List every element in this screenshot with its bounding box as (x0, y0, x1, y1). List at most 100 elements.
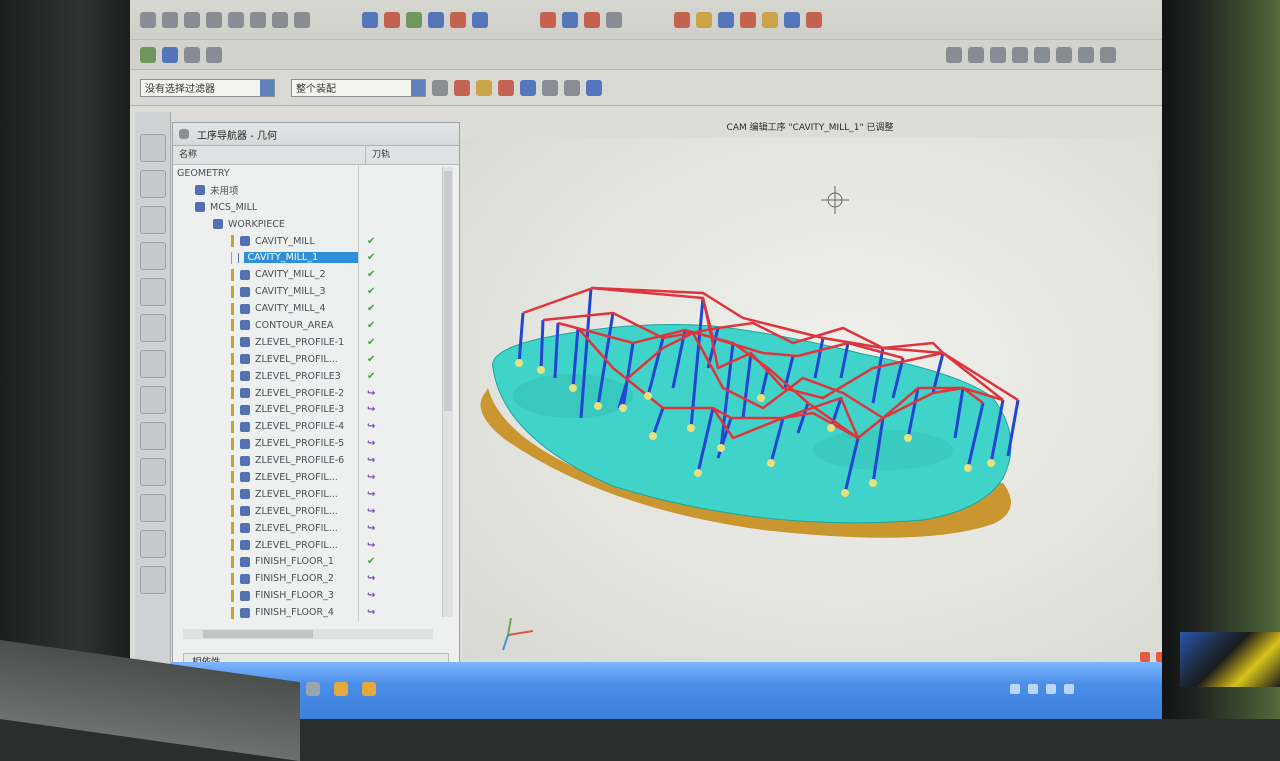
vertical-scrollbar[interactable] (442, 167, 453, 617)
pin-icon[interactable] (179, 129, 189, 139)
tree-row[interactable]: CAVITY_MILL_2 ✔ (173, 266, 459, 284)
tool-icon[interactable] (294, 11, 310, 28)
tree-row[interactable]: GEOMETRY (173, 165, 459, 182)
type-filter-select[interactable]: 没有选择过滤器 (140, 78, 275, 97)
close-icon[interactable] (806, 11, 822, 28)
tree-row[interactable]: ZLEVEL_PROFIL... ↪ (173, 536, 459, 554)
tray-icon[interactable] (1028, 684, 1038, 694)
operation-icon[interactable] (406, 11, 422, 28)
reuse-library-icon[interactable] (139, 314, 166, 342)
part-navigator-icon[interactable] (139, 206, 166, 234)
column-header-name[interactable]: 名称 (173, 146, 366, 164)
toolpath-icon[interactable] (606, 11, 622, 28)
toolbar-icon[interactable] (306, 682, 320, 696)
display-icon[interactable] (1034, 46, 1050, 63)
operation-icon[interactable] (450, 11, 466, 28)
constraint-navigator-icon[interactable] (139, 170, 166, 198)
tree-row[interactable]: ZLEVEL_PROFIL... ↪ (173, 519, 459, 537)
tray-icon[interactable] (1046, 684, 1056, 694)
tool-icon[interactable] (272, 11, 288, 28)
display-icon[interactable] (1100, 46, 1116, 63)
graphics-viewport[interactable] (463, 138, 1158, 658)
toolpath-icon[interactable] (562, 11, 578, 28)
palette-icon[interactable] (139, 494, 166, 522)
operation-icon[interactable] (384, 11, 400, 28)
chart-icon[interactable] (139, 350, 166, 378)
tree-row[interactable]: MCS_MILL (173, 198, 459, 216)
horizontal-scrollbar[interactable] (183, 629, 433, 639)
history-icon[interactable] (139, 458, 166, 486)
tree-row[interactable]: WORKPIECE (173, 215, 459, 233)
tool-icon[interactable] (184, 11, 200, 28)
tree-row[interactable]: CAVITY_MILL_1 ✔ (173, 249, 459, 267)
roles-icon[interactable] (139, 566, 166, 594)
output-icon[interactable] (784, 11, 800, 28)
generate-icon[interactable] (674, 11, 690, 28)
tool-icon[interactable] (228, 11, 244, 28)
snap-icon[interactable] (586, 79, 602, 96)
tool-icon[interactable] (206, 46, 222, 63)
display-icon[interactable] (946, 46, 962, 63)
tree-row[interactable]: FINISH_FLOOR_3 ↪ (173, 587, 459, 605)
scope-select[interactable]: 整个装配 (291, 78, 426, 97)
display-icon[interactable] (1078, 46, 1094, 63)
postprocess-icon[interactable] (740, 11, 756, 28)
tree-row[interactable]: CAVITY_MILL_4 ✔ (173, 300, 459, 318)
tree-row[interactable]: ZLEVEL_PROFIL... ✔ (173, 350, 459, 368)
tree-row[interactable]: ZLEVEL_PROFILE-2 ↪ (173, 384, 459, 402)
display-icon[interactable] (968, 46, 984, 63)
snap-icon[interactable] (476, 79, 492, 96)
display-icon[interactable] (990, 46, 1006, 63)
operation-icon[interactable] (362, 11, 378, 28)
tool-icon[interactable] (184, 46, 200, 63)
snap-icon[interactable] (432, 79, 448, 96)
chevron-down-icon[interactable] (411, 79, 425, 96)
chevron-down-icon[interactable] (260, 79, 274, 96)
toolbar-icon[interactable] (362, 682, 376, 696)
tool-icon[interactable] (162, 46, 178, 63)
tray-icon[interactable] (1010, 684, 1020, 694)
tree-row[interactable]: CAVITY_MILL_3 ✔ (173, 283, 459, 301)
tree-row[interactable]: 未用项 (173, 181, 459, 199)
simulate-icon[interactable] (718, 11, 734, 28)
tree-row[interactable]: FINISH_FLOOR_2 ↪ (173, 570, 459, 588)
operation-navigator-icon[interactable] (139, 242, 166, 270)
snap-icon[interactable] (542, 79, 558, 96)
tool-icon[interactable] (140, 11, 156, 28)
tree-row[interactable]: FINISH_FLOOR_1 ✔ (173, 553, 459, 571)
web-browser-icon[interactable] (139, 422, 166, 450)
tree-row[interactable]: FINISH_FLOOR_4 ↪ (173, 604, 459, 622)
toolpath-icon[interactable] (584, 11, 600, 28)
process-icon[interactable] (139, 530, 166, 558)
tree-row[interactable]: ZLEVEL_PROFILE-6 ↪ (173, 452, 459, 470)
tree-row[interactable]: CAVITY_MILL ✔ (173, 232, 459, 250)
snap-icon[interactable] (454, 79, 470, 96)
display-icon[interactable] (1012, 46, 1028, 63)
snap-icon[interactable] (564, 79, 580, 96)
snap-icon[interactable] (498, 79, 514, 96)
info-icon[interactable] (139, 386, 166, 414)
tray-icon[interactable] (1064, 684, 1074, 694)
shop-doc-icon[interactable] (762, 11, 778, 28)
tree-row[interactable]: ZLEVEL_PROFIL... ↪ (173, 469, 459, 486)
assembly-navigator-icon[interactable] (139, 134, 166, 162)
display-icon[interactable] (1056, 46, 1072, 63)
tool-icon[interactable] (206, 11, 222, 28)
tree-row[interactable]: ZLEVEL_PROFIL... ↪ (173, 502, 459, 520)
check-icon[interactable] (140, 46, 156, 63)
operation-icon[interactable] (472, 11, 488, 28)
tree-row[interactable]: ZLEVEL_PROFILE-3 ↪ (173, 401, 459, 419)
tool-icon[interactable] (250, 11, 266, 28)
toolpath-icon[interactable] (540, 11, 556, 28)
tree-row[interactable]: ZLEVEL_PROFILE-4 ↪ (173, 418, 459, 436)
tree-row[interactable]: ZLEVEL_PROFIL... ↪ (173, 485, 459, 503)
snap-icon[interactable] (520, 79, 536, 96)
operation-icon[interactable] (428, 11, 444, 28)
tree-row[interactable]: ZLEVEL_PROFILE3 ✔ (173, 367, 459, 385)
tool-icon[interactable] (162, 11, 178, 28)
machine-tool-navigator-icon[interactable] (139, 278, 166, 306)
column-header-toolpath[interactable]: 刀轨 (366, 146, 442, 164)
tree-row[interactable]: ZLEVEL_PROFILE-5 ↪ (173, 435, 459, 453)
tree-row[interactable]: ZLEVEL_PROFILE-1 ✔ (173, 333, 459, 351)
verify-icon[interactable] (696, 11, 712, 28)
